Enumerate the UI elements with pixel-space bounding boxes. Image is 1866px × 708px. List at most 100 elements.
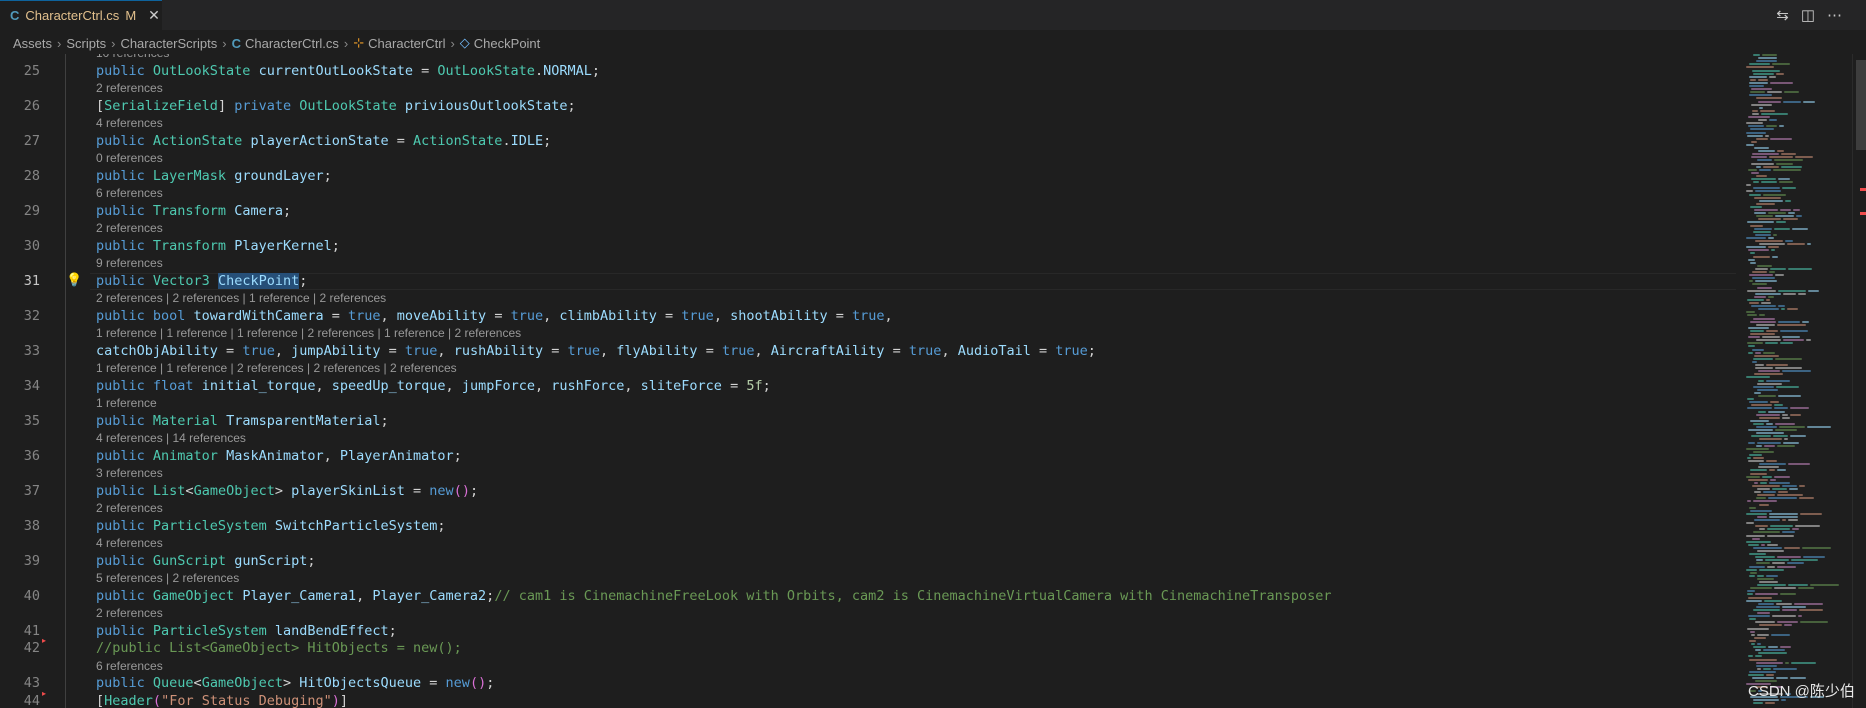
codelens-references[interactable]: 6 references — [0, 185, 1738, 203]
codelens-references[interactable]: 6 references — [0, 658, 1738, 676]
code-text[interactable]: public Queue<GameObject> HitObjectsQueue… — [96, 675, 494, 693]
codelens-references[interactable]: 4 references — [0, 115, 1738, 133]
minimap-line — [1747, 593, 1753, 596]
code-text[interactable]: public OutLookState currentOutLookState … — [96, 63, 600, 81]
codelens-references[interactable]: 2 references — [0, 605, 1738, 623]
codelens-text[interactable]: 2 references — [96, 605, 163, 623]
vertical-scrollbar[interactable] — [1852, 54, 1866, 708]
code-text[interactable]: [SerializeField] private OutLookState pr… — [96, 98, 576, 116]
code-text[interactable]: public Transform Camera; — [96, 203, 291, 221]
codelens-text[interactable]: 0 references — [96, 150, 163, 168]
code-line[interactable]: 28 public LayerMask groundLayer; — [0, 168, 1738, 186]
breadcrumb-item-field[interactable]: CheckPoint — [474, 36, 540, 51]
code-line[interactable]: 25 public OutLookState currentOutLookStat… — [0, 63, 1738, 81]
code-token: = — [429, 675, 446, 691]
code-line[interactable]: 32 public bool towardWithCamera = true, m… — [0, 308, 1738, 326]
code-text[interactable]: public bool towardWithCamera = true, mov… — [96, 308, 893, 326]
codelens-references[interactable]: 4 references | 14 references — [0, 430, 1738, 448]
codelens-text[interactable]: 3 references — [96, 465, 163, 483]
codelens-references[interactable]: 1 reference | 1 reference | 1 reference … — [0, 325, 1738, 343]
more-actions-icon[interactable]: ⋯ — [1827, 6, 1842, 24]
breadcrumb-item-characterscripts[interactable]: CharacterScripts — [120, 36, 217, 51]
code-text[interactable]: [Header("For Status Debuging")] — [96, 693, 348, 708]
minimap-line — [1779, 426, 1805, 428]
codelens-text[interactable]: 10 references — [96, 54, 169, 63]
codelens-text[interactable]: 1 reference | 1 reference | 2 references… — [96, 360, 457, 378]
scrollbar-thumb[interactable] — [1856, 60, 1866, 150]
code-line[interactable]: 27 public ActionState playerActionState =… — [0, 133, 1738, 151]
code-line[interactable]: 40 public GameObject Player_Camera1, Play… — [0, 588, 1738, 606]
codelens-references[interactable]: 3 references — [0, 465, 1738, 483]
code-line[interactable]: 38 public ParticleSystem SwitchParticleSy… — [0, 518, 1738, 536]
code-text[interactable]: public Vector3 CheckPoint; — [96, 272, 307, 291]
codelens-references[interactable]: 10 references — [0, 54, 1738, 63]
code-line[interactable]: 35 public Material TramsparentMaterial; — [0, 413, 1738, 431]
codelens-references[interactable]: 2 references — [0, 500, 1738, 518]
code-editor[interactable]: 10 references 25 public OutLookState curre… — [0, 54, 1738, 708]
code-text[interactable]: catchObjAbility = true, jumpAbility = tr… — [96, 343, 1096, 361]
code-line[interactable]: 26 [SerializeField] private OutLookState … — [0, 98, 1738, 116]
code-text[interactable]: //public List<GameObject> HitObjects = n… — [96, 640, 462, 658]
codelens-text[interactable]: 2 references — [96, 220, 163, 238]
codelens-text[interactable]: 1 reference | 1 reference | 1 reference … — [96, 325, 521, 343]
codelens-text[interactable]: 9 references — [96, 255, 163, 273]
code-text[interactable]: public float initial_torque, speedUp_tor… — [96, 378, 771, 396]
tab-charactectrl[interactable]: C CharacterCtrl.cs M ✕ — [0, 0, 162, 30]
breadcrumb-item-class[interactable]: CharacterCtrl — [368, 36, 445, 51]
codelens-references[interactable]: 4 references — [0, 535, 1738, 553]
code-line[interactable]: 43 public Queue<GameObject> HitObjectsQue… — [0, 675, 1738, 693]
code-line[interactable]: 37 public List<GameObject> playerSkinList… — [0, 483, 1738, 501]
codelens-text[interactable]: 2 references — [96, 500, 163, 518]
minimap-line — [1785, 240, 1793, 242]
codelens-references[interactable]: 0 references — [0, 150, 1738, 168]
compare-changes-icon[interactable]: ⇆ — [1776, 6, 1789, 24]
code-line[interactable]: 29 public Transform Camera; — [0, 203, 1738, 221]
code-line[interactable]: 31 public Vector3 CheckPoint; — [0, 272, 1738, 291]
code-text[interactable]: public Transform PlayerKernel; — [96, 238, 340, 256]
codelens-references[interactable]: 2 references — [0, 80, 1738, 98]
code-line[interactable]: 34 public float initial_torque, speedUp_t… — [0, 378, 1738, 396]
code-text[interactable]: public GunScript gunScript; — [96, 553, 315, 571]
code-text[interactable]: public Animator MaskAnimator, PlayerAnim… — [96, 448, 462, 466]
breadcrumb-item-assets[interactable]: Assets — [13, 36, 52, 51]
codelens-references[interactable]: 2 references — [0, 220, 1738, 238]
codelens-text[interactable]: 4 references | 14 references — [96, 430, 246, 448]
code-text[interactable]: public ParticleSystem SwitchParticleSyst… — [96, 518, 446, 536]
code-line[interactable]: 42 //public List<GameObject> HitObjects =… — [0, 640, 1738, 658]
breadcrumb-item-scripts[interactable]: Scripts — [66, 36, 106, 51]
split-editor-icon[interactable]: ◫ — [1801, 6, 1815, 24]
codelens-text[interactable]: 4 references — [96, 535, 163, 553]
codelens-references[interactable]: 2 references | 2 references | 1 referenc… — [0, 290, 1738, 308]
code-line[interactable]: 44 [Header("For Status Debuging")] — [0, 693, 1738, 708]
codelens-text[interactable]: 1 reference — [96, 395, 157, 413]
codelens-references[interactable]: 9 references — [0, 255, 1738, 273]
minimap[interactable] — [1742, 54, 1852, 708]
close-icon[interactable]: ✕ — [148, 7, 160, 24]
codelens-references[interactable]: 1 reference | 1 reference | 2 references… — [0, 360, 1738, 378]
code-line[interactable]: 36 public Animator MaskAnimator, PlayerAn… — [0, 448, 1738, 466]
codelens-text[interactable]: 2 references | 2 references | 1 referenc… — [96, 290, 386, 308]
code-line[interactable]: 41 public ParticleSystem landBendEffect; — [0, 623, 1738, 641]
code-line[interactable]: 39 public GunScript gunScript; — [0, 553, 1738, 571]
indent-guide — [65, 54, 66, 708]
code-text[interactable]: public GameObject Player_Camera1, Player… — [96, 588, 1331, 606]
code-text[interactable]: public ActionState playerActionState = A… — [96, 133, 551, 151]
code-line[interactable]: 33 catchObjAbility = true, jumpAbility = … — [0, 343, 1738, 361]
code-line[interactable]: 30 public Transform PlayerKernel; — [0, 238, 1738, 256]
code-token: = — [226, 342, 243, 359]
minimap-line — [1774, 227, 1790, 230]
codelens-text[interactable]: 5 references | 2 references — [96, 570, 239, 588]
codelens-references[interactable]: 5 references | 2 references — [0, 570, 1738, 588]
codelens-text[interactable]: 6 references — [96, 185, 163, 203]
breadcrumb-item-file[interactable]: CharacterCtrl.cs — [245, 36, 339, 51]
codelens-text[interactable]: 6 references — [96, 658, 163, 676]
codelens-references[interactable]: 1 reference — [0, 395, 1738, 413]
code-text[interactable]: public List<GameObject> playerSkinList =… — [96, 483, 478, 501]
code-token: ] — [217, 97, 235, 114]
code-text[interactable]: public Material TramsparentMaterial; — [96, 413, 389, 431]
code-text[interactable]: public ParticleSystem landBendEffect; — [96, 623, 397, 641]
code-token: ; — [282, 202, 292, 219]
codelens-text[interactable]: 2 references — [96, 80, 163, 98]
code-text[interactable]: public LayerMask groundLayer; — [96, 168, 332, 186]
codelens-text[interactable]: 4 references — [96, 115, 163, 133]
